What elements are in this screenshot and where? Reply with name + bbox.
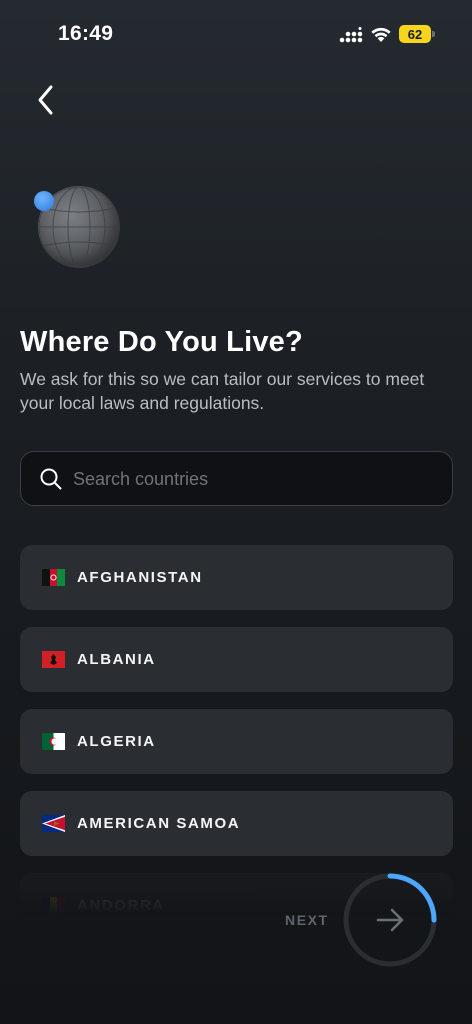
page-subtitle: We ask for this so we can tailor our ser… — [20, 369, 425, 413]
country-item-american-samoa[interactable]: AMERICAN SAMOA — [20, 791, 453, 856]
globe-illustration — [30, 184, 126, 274]
location-pin-icon — [34, 191, 54, 211]
page-title: Where Do You Live? — [20, 326, 303, 358]
next-button[interactable] — [342, 872, 438, 968]
signal-bars-icon — [339, 27, 363, 43]
andorra-flag-icon — [42, 897, 65, 914]
arrow-right-icon — [376, 908, 404, 932]
american-samoa-flag-icon — [42, 815, 65, 832]
search-input[interactable] — [73, 462, 433, 496]
algeria-flag-icon — [42, 733, 65, 750]
country-list: AFGHANISTAN ALBANIA ALGERIA AMERICAN SAM… — [20, 545, 453, 915]
wifi-icon — [371, 27, 391, 42]
country-label: ALGERIA — [77, 733, 156, 750]
back-button[interactable] — [26, 80, 66, 120]
country-label: ALBANIA — [77, 651, 156, 668]
screen: 16:49 62 Where Do You Live? We ask for t… — [0, 0, 472, 1024]
battery-tip — [432, 31, 435, 37]
country-item-afghanistan[interactable]: AFGHANISTAN — [20, 545, 453, 610]
country-label: ANDORRA — [77, 897, 165, 914]
progress-ring — [343, 873, 437, 967]
country-label: AFGHANISTAN — [77, 569, 203, 586]
country-label: AMERICAN SAMOA — [77, 815, 241, 832]
battery-level: 62 — [399, 25, 431, 43]
battery-icon: 62 — [399, 25, 435, 43]
chevron-left-icon — [38, 85, 53, 115]
status-time: 16:49 — [58, 22, 114, 45]
status-bar: 16:49 62 — [0, 0, 472, 70]
afghanistan-flag-icon — [42, 569, 65, 586]
search-icon — [40, 468, 62, 490]
next-label: NEXT — [285, 912, 329, 928]
country-item-albania[interactable]: ALBANIA — [20, 627, 453, 692]
country-item-algeria[interactable]: ALGERIA — [20, 709, 453, 774]
search-box[interactable] — [20, 451, 453, 506]
albania-flag-icon — [42, 651, 65, 668]
